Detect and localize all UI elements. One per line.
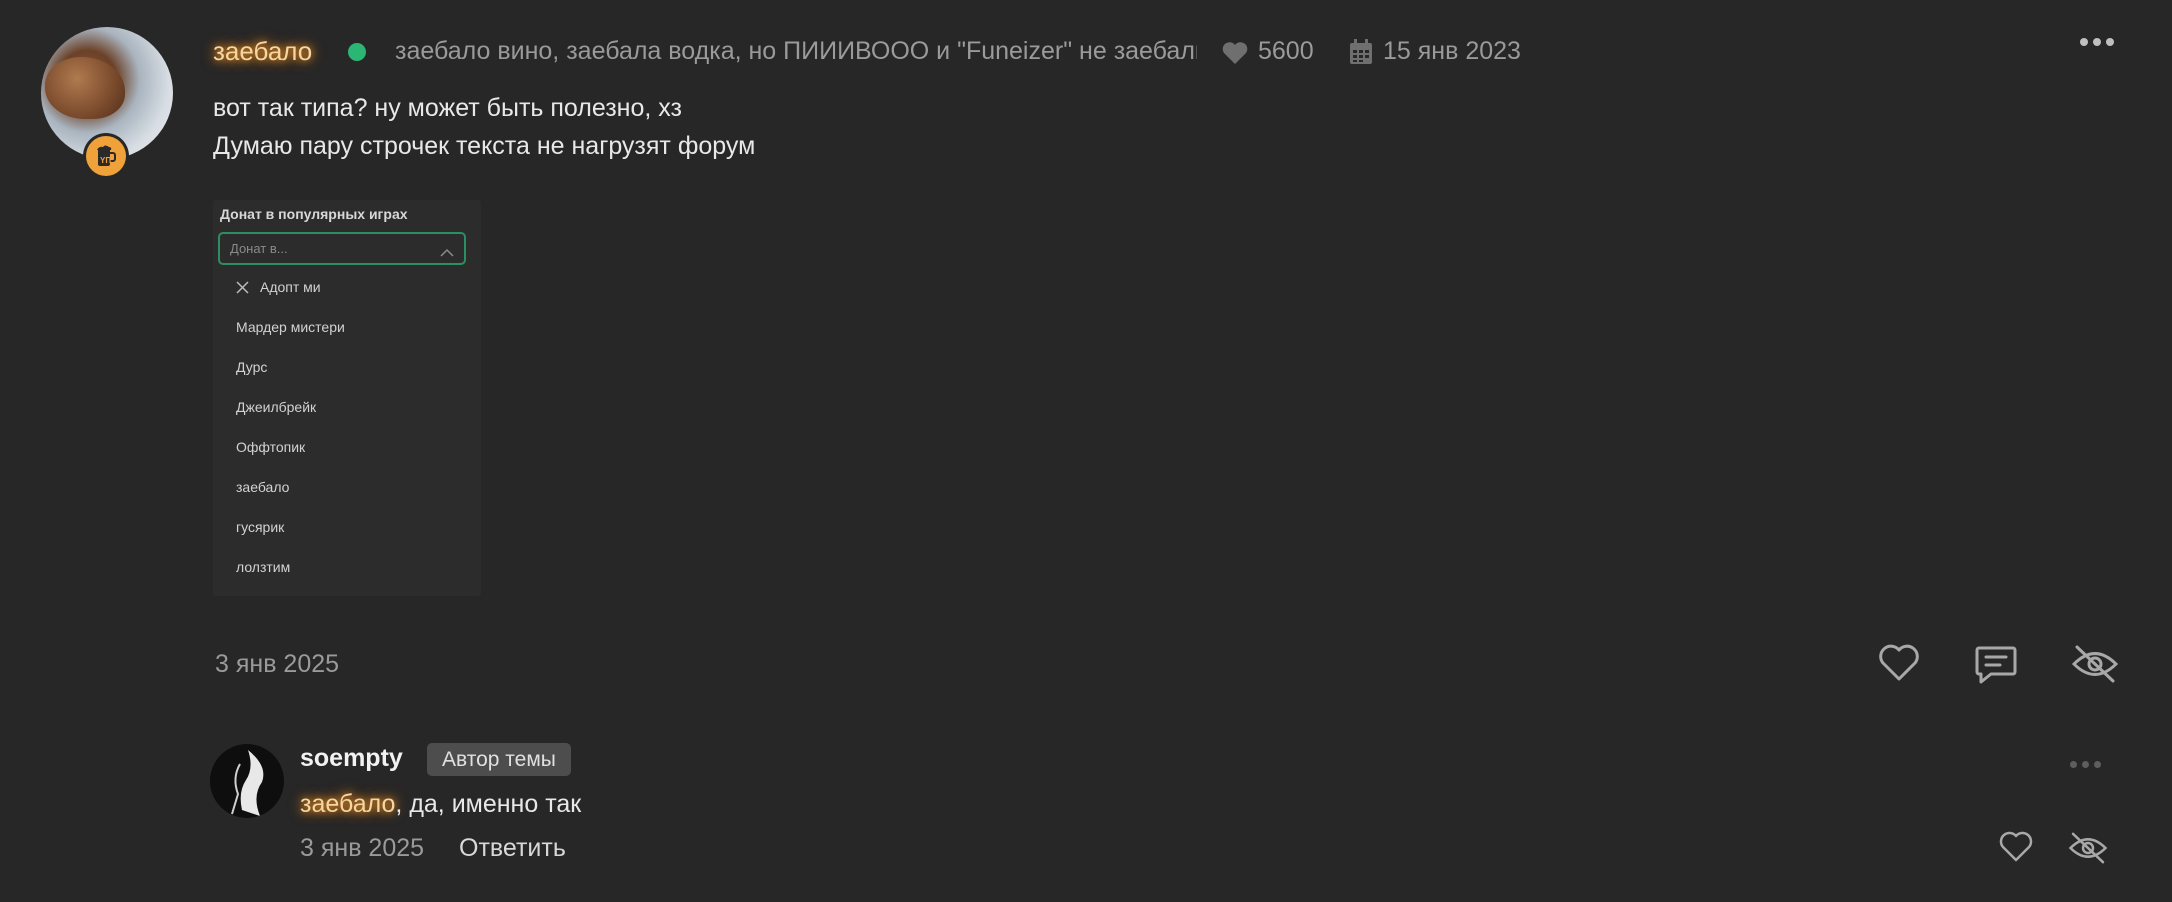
- eye-off-icon: [2071, 645, 2119, 683]
- beer-badge-icon: YП: [83, 133, 129, 179]
- embed-option: Оффтопик: [236, 439, 306, 455]
- reply-author-avatar[interactable]: [210, 744, 284, 818]
- reply-text: заебало, да, именно так: [300, 790, 581, 819]
- more-options-icon[interactable]: [2080, 38, 2114, 46]
- heart-outline-icon: [1999, 831, 2033, 862]
- reply-like-button[interactable]: [1998, 830, 2034, 869]
- reply-hide-button[interactable]: [2068, 830, 2108, 871]
- online-status-dot: [348, 43, 366, 61]
- comment-button[interactable]: [1974, 643, 2018, 690]
- likes-count: 5600: [1258, 37, 1314, 65]
- embed-option: Адопт ми: [260, 279, 321, 295]
- reply-answer-button[interactable]: Ответить: [459, 834, 566, 863]
- embed-select-box: Донат в...: [218, 232, 466, 265]
- chevron-up-icon: [440, 244, 454, 262]
- embed-option: гусярик: [236, 519, 285, 535]
- embed-select-placeholder: Донат в...: [230, 241, 288, 256]
- post-text-line-2: Думаю пару строчек текста не нагрузят фо…: [213, 132, 756, 160]
- author-username[interactable]: заебало: [213, 36, 312, 67]
- reply-more-options-icon[interactable]: [2070, 761, 2101, 768]
- embed-option: заебало: [236, 479, 290, 495]
- reply-date[interactable]: 3 янв 2025: [300, 834, 424, 863]
- heart-outline-icon: [1879, 644, 1919, 681]
- register-date: 15 янв 2023: [1383, 37, 1521, 65]
- topic-author-badge: Автор темы: [427, 743, 571, 776]
- embed-option: Мардер мистери: [236, 319, 345, 335]
- heart-icon: [1221, 40, 1249, 71]
- embed-title: Донат в популярных играх: [220, 206, 408, 222]
- user-mention[interactable]: заебало: [300, 790, 395, 818]
- embed-option: Джеилбрейк: [236, 399, 317, 415]
- post-image-dropdown-screenshot[interactable]: Донат в популярных играх Донат в... Адоп…: [213, 200, 481, 596]
- post-text-line-1: вот так типа? ну может быть полезно, хз: [213, 94, 682, 122]
- embed-option: Дурс: [236, 359, 268, 375]
- reply-author-username[interactable]: soempty: [300, 744, 403, 773]
- like-button[interactable]: [1877, 643, 1921, 688]
- user-status-text: заебало вино, заебала водка, но ПИИИВООО…: [395, 37, 1197, 65]
- comment-icon: [1975, 646, 2017, 684]
- eye-off-icon: [2068, 832, 2108, 864]
- close-icon: [236, 281, 249, 299]
- calendar-icon: [1349, 39, 1373, 70]
- hide-button[interactable]: [2071, 643, 2119, 690]
- embed-option: лолзтим: [236, 559, 291, 575]
- reply-text-body: , да, именно так: [395, 790, 582, 818]
- svg-text:YП: YП: [100, 156, 111, 165]
- post-date[interactable]: 3 янв 2025: [215, 650, 339, 679]
